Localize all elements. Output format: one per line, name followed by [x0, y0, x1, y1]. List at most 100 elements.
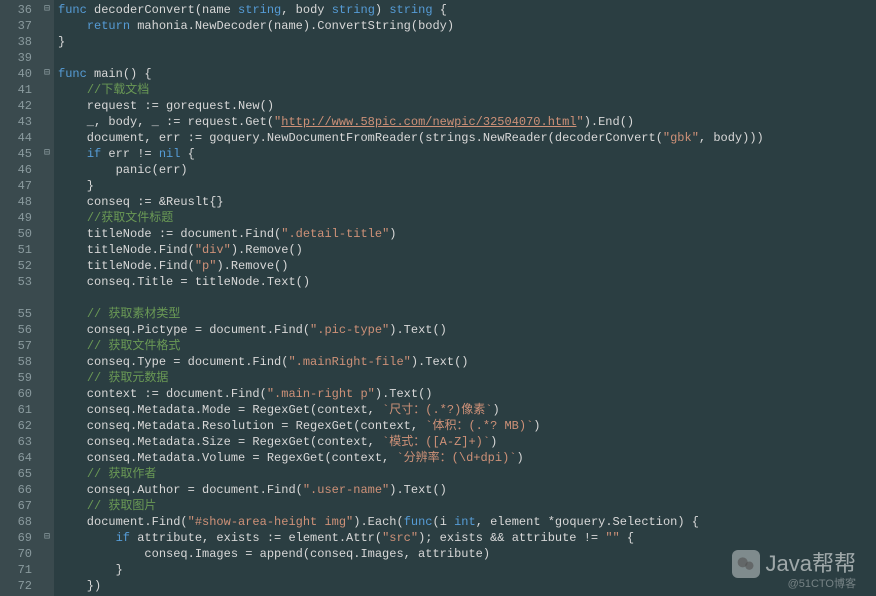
fold-marker[interactable] [40, 18, 54, 34]
fold-marker[interactable] [40, 130, 54, 146]
code-area[interactable]: func decoderConvert(name string, body st… [54, 0, 876, 596]
code-line[interactable]: if err != nil { [58, 146, 876, 162]
fold-column[interactable]: ⊟ ⊟ ⊟ ⊟ [40, 0, 54, 596]
line-number: 67 [0, 498, 40, 514]
fold-marker[interactable] [40, 338, 54, 354]
line-number: 65 [0, 466, 40, 482]
line-number: 62 [0, 418, 40, 434]
fold-marker[interactable] [40, 354, 54, 370]
fold-marker[interactable] [40, 50, 54, 66]
code-line[interactable]: document.Find("#show-area-height img").E… [58, 514, 876, 530]
line-number: 63 [0, 434, 40, 450]
line-number: 61 [0, 402, 40, 418]
line-number: 66 [0, 482, 40, 498]
fold-marker[interactable] [40, 226, 54, 242]
line-number: 57 [0, 338, 40, 354]
code-line[interactable]: conseq.Metadata.Resolution = RegexGet(co… [58, 418, 876, 434]
fold-marker[interactable] [40, 82, 54, 98]
code-line[interactable]: conseq.Metadata.Volume = RegexGet(contex… [58, 450, 876, 466]
code-line[interactable]: } [58, 178, 876, 194]
line-number: 70 [0, 546, 40, 562]
fold-marker[interactable] [40, 322, 54, 338]
fold-marker[interactable] [40, 98, 54, 114]
fold-marker[interactable] [40, 482, 54, 498]
code-line[interactable]: return mahonia.NewDecoder(name).ConvertS… [58, 18, 876, 34]
fold-marker[interactable] [40, 114, 54, 130]
line-number: 55 [0, 306, 40, 322]
fold-marker[interactable] [40, 370, 54, 386]
line-number: 37 [0, 18, 40, 34]
line-number: 71 [0, 562, 40, 578]
code-line[interactable]: conseq.Author = document.Find(".user-nam… [58, 482, 876, 498]
fold-marker[interactable] [40, 578, 54, 594]
line-number: 64 [0, 450, 40, 466]
fold-marker[interactable] [40, 466, 54, 482]
code-line[interactable] [58, 290, 876, 306]
fold-marker[interactable] [40, 514, 54, 530]
fold-marker[interactable] [40, 34, 54, 50]
code-line[interactable]: conseq.Pictype = document.Find(".pic-typ… [58, 322, 876, 338]
fold-marker[interactable] [40, 306, 54, 322]
code-line[interactable]: titleNode.Find("p").Remove() [58, 258, 876, 274]
code-line[interactable]: }) [58, 578, 876, 594]
fold-marker[interactable] [40, 258, 54, 274]
code-line[interactable]: if attribute, exists := element.Attr("sr… [58, 530, 876, 546]
fold-marker[interactable] [40, 290, 54, 306]
fold-marker[interactable] [40, 274, 54, 290]
fold-marker[interactable] [40, 402, 54, 418]
code-line[interactable]: // 获取元数据 [58, 370, 876, 386]
code-line[interactable]: } [58, 34, 876, 50]
line-number-gutter: 3637383940414243444546474849505152535556… [0, 0, 40, 596]
code-line[interactable]: // 获取作者 [58, 466, 876, 482]
line-number: 72 [0, 578, 40, 594]
code-line[interactable]: conseq.Type = document.Find(".mainRight-… [58, 354, 876, 370]
fold-marker[interactable]: ⊟ [40, 2, 54, 18]
fold-marker[interactable] [40, 178, 54, 194]
code-line[interactable]: _, body, _ := request.Get("http://www.58… [58, 114, 876, 130]
code-line[interactable]: document, err := goquery.NewDocumentFrom… [58, 130, 876, 146]
code-line[interactable]: // 获取文件格式 [58, 338, 876, 354]
fold-marker[interactable] [40, 450, 54, 466]
line-number: 48 [0, 194, 40, 210]
line-number: 60 [0, 386, 40, 402]
line-number: 44 [0, 130, 40, 146]
fold-marker[interactable] [40, 386, 54, 402]
fold-marker[interactable] [40, 210, 54, 226]
code-line[interactable]: //获取文件标题 [58, 210, 876, 226]
line-number: 59 [0, 370, 40, 386]
line-number [0, 290, 40, 306]
line-number: 46 [0, 162, 40, 178]
fold-marker[interactable] [40, 498, 54, 514]
code-line[interactable]: titleNode := document.Find(".detail-titl… [58, 226, 876, 242]
code-line[interactable]: //下载文档 [58, 82, 876, 98]
fold-marker[interactable] [40, 418, 54, 434]
code-line[interactable]: conseq := &Reuslt{} [58, 194, 876, 210]
fold-marker[interactable] [40, 162, 54, 178]
fold-marker[interactable]: ⊟ [40, 66, 54, 82]
fold-marker[interactable]: ⊟ [40, 530, 54, 546]
fold-marker[interactable] [40, 434, 54, 450]
line-number: 40 [0, 66, 40, 82]
code-line[interactable]: // 获取图片 [58, 498, 876, 514]
code-line[interactable]: panic(err) [58, 162, 876, 178]
code-line[interactable]: // 获取素材类型 [58, 306, 876, 322]
code-line[interactable]: conseq.Title = titleNode.Text() [58, 274, 876, 290]
fold-marker[interactable] [40, 242, 54, 258]
line-number: 69 [0, 530, 40, 546]
watermark-sub: @51CTO博客 [788, 576, 856, 592]
code-line[interactable]: conseq.Metadata.Size = RegexGet(context,… [58, 434, 876, 450]
fold-marker[interactable] [40, 546, 54, 562]
line-number: 42 [0, 98, 40, 114]
line-number: 50 [0, 226, 40, 242]
code-line[interactable]: titleNode.Find("div").Remove() [58, 242, 876, 258]
code-editor: 3637383940414243444546474849505152535556… [0, 0, 876, 596]
code-line[interactable]: context := document.Find(".main-right p"… [58, 386, 876, 402]
code-line[interactable]: func main() { [58, 66, 876, 82]
fold-marker[interactable] [40, 194, 54, 210]
code-line[interactable]: conseq.Metadata.Mode = RegexGet(context,… [58, 402, 876, 418]
code-line[interactable]: request := gorequest.New() [58, 98, 876, 114]
code-line[interactable]: func decoderConvert(name string, body st… [58, 2, 876, 18]
fold-marker[interactable]: ⊟ [40, 146, 54, 162]
fold-marker[interactable] [40, 562, 54, 578]
code-line[interactable] [58, 50, 876, 66]
